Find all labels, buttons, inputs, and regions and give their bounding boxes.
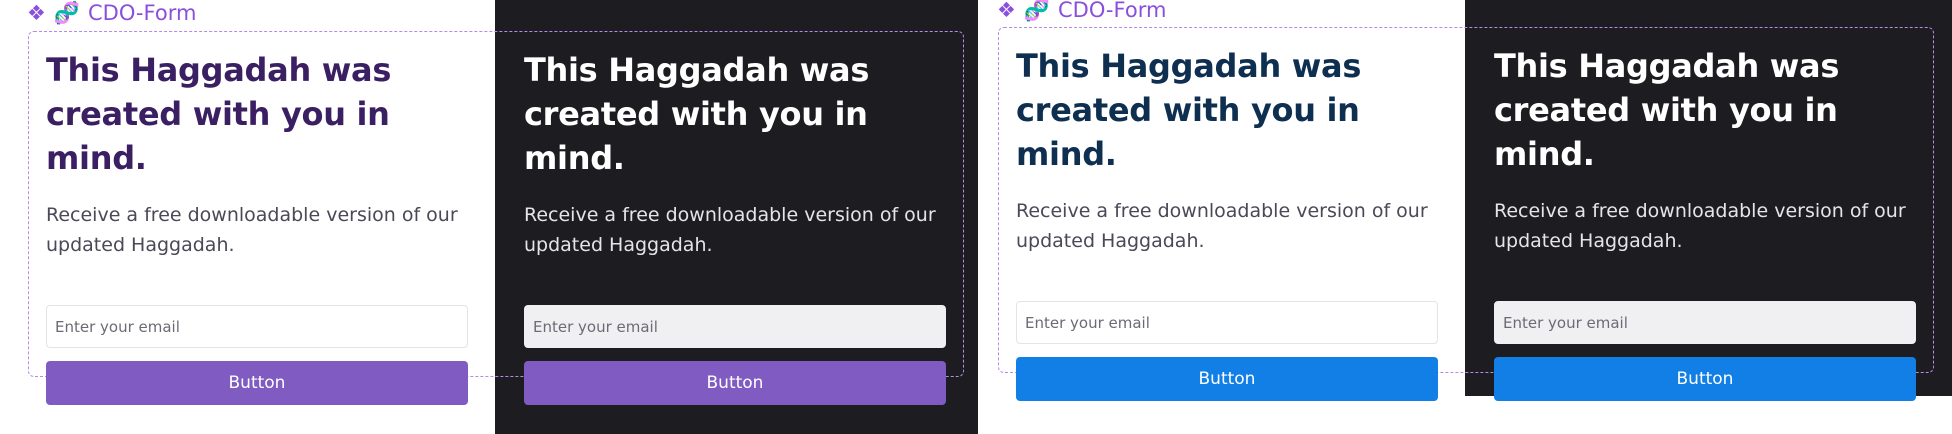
dna-icon: 🧬 [53, 1, 82, 25]
email-field[interactable] [1494, 301, 1916, 344]
email-field[interactable] [46, 305, 468, 348]
email-field[interactable] [1016, 301, 1438, 344]
form-title: This Haggadah was created with you in mi… [1016, 47, 1362, 173]
signup-form-dark-purple: This Haggadah was created with you in mi… [524, 48, 946, 405]
form-title: This Haggadah was created with you in mi… [46, 51, 392, 177]
form-title: This Haggadah was created with you in mi… [1494, 47, 1840, 173]
submit-button[interactable]: Button [1494, 357, 1916, 401]
component-diamond-icon: ❖ [997, 0, 1018, 22]
form-description: Receive a free downloadable version of o… [46, 204, 458, 256]
form-description: Receive a free downloadable version of o… [1494, 200, 1906, 252]
form-description: Receive a free downloadable version of o… [524, 204, 936, 256]
submit-button[interactable]: Button [1016, 357, 1438, 401]
dna-icon: 🧬 [1023, 0, 1052, 22]
component-label-text: CDO-Form [1057, 0, 1167, 22]
form-description: Receive a free downloadable version of o… [1016, 200, 1428, 252]
signup-form-light-purple: This Haggadah was created with you in mi… [46, 48, 468, 405]
submit-button[interactable]: Button [524, 361, 946, 405]
component-label-text: CDO-Form [87, 1, 197, 25]
email-field[interactable] [524, 305, 946, 348]
component-label[interactable]: ❖ 🧬 CDO-Form [997, 0, 1166, 21]
component-label[interactable]: ❖ 🧬 CDO-Form [27, 3, 196, 24]
signup-form-dark-blue: This Haggadah was created with you in mi… [1494, 44, 1916, 401]
signup-form-light-blue: This Haggadah was created with you in mi… [1016, 44, 1438, 401]
submit-button[interactable]: Button [46, 361, 468, 405]
form-title: This Haggadah was created with you in mi… [524, 51, 870, 177]
component-diamond-icon: ❖ [27, 1, 48, 25]
